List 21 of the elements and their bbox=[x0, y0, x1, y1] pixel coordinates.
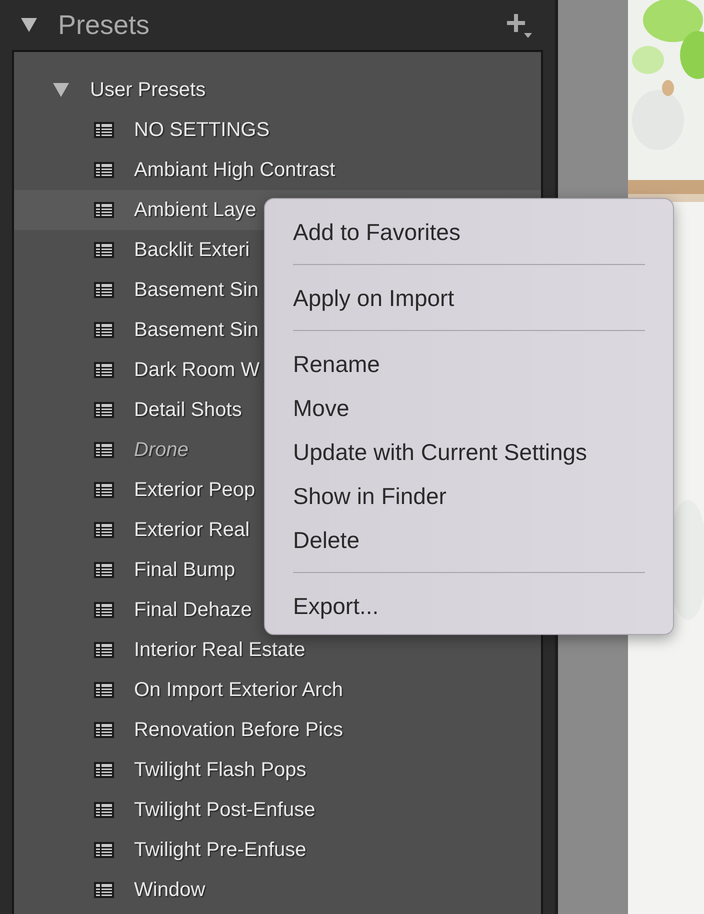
preset-label: Twilight Post-Enfuse bbox=[134, 798, 316, 822]
preset-label: Twilight Pre-Enfuse bbox=[134, 838, 306, 862]
preset-label: Basement Sin bbox=[134, 278, 259, 302]
preset-label: Detail Shots bbox=[134, 398, 242, 422]
panel-title: Presets bbox=[58, 10, 150, 40]
preset-label: Twilight Flash Pops bbox=[134, 758, 306, 782]
preset-label: Renovation Before Pics bbox=[134, 718, 344, 742]
preset-label: Exterior Real bbox=[134, 518, 250, 542]
preset-label: Ambiant High Contrast bbox=[134, 158, 336, 182]
preset-label: Final Bump bbox=[134, 558, 236, 582]
preset-label: Basement Sin bbox=[134, 318, 259, 342]
preset-label: Interior Real Estate bbox=[134, 638, 306, 662]
preset-label: Backlit Exteri bbox=[134, 238, 250, 262]
preset-label: Window bbox=[134, 878, 206, 902]
preset-label: Dark Room W bbox=[134, 358, 260, 382]
preset-label: Ambient Laye bbox=[134, 198, 256, 222]
preset-label: Exterior Peop bbox=[134, 478, 256, 502]
preset-label: Final Dehaze bbox=[134, 598, 252, 622]
preset-label: Drone bbox=[134, 438, 188, 462]
preset-label: On Import Exterior Arch bbox=[134, 678, 343, 702]
preset-label: NO SETTINGS bbox=[134, 118, 270, 142]
